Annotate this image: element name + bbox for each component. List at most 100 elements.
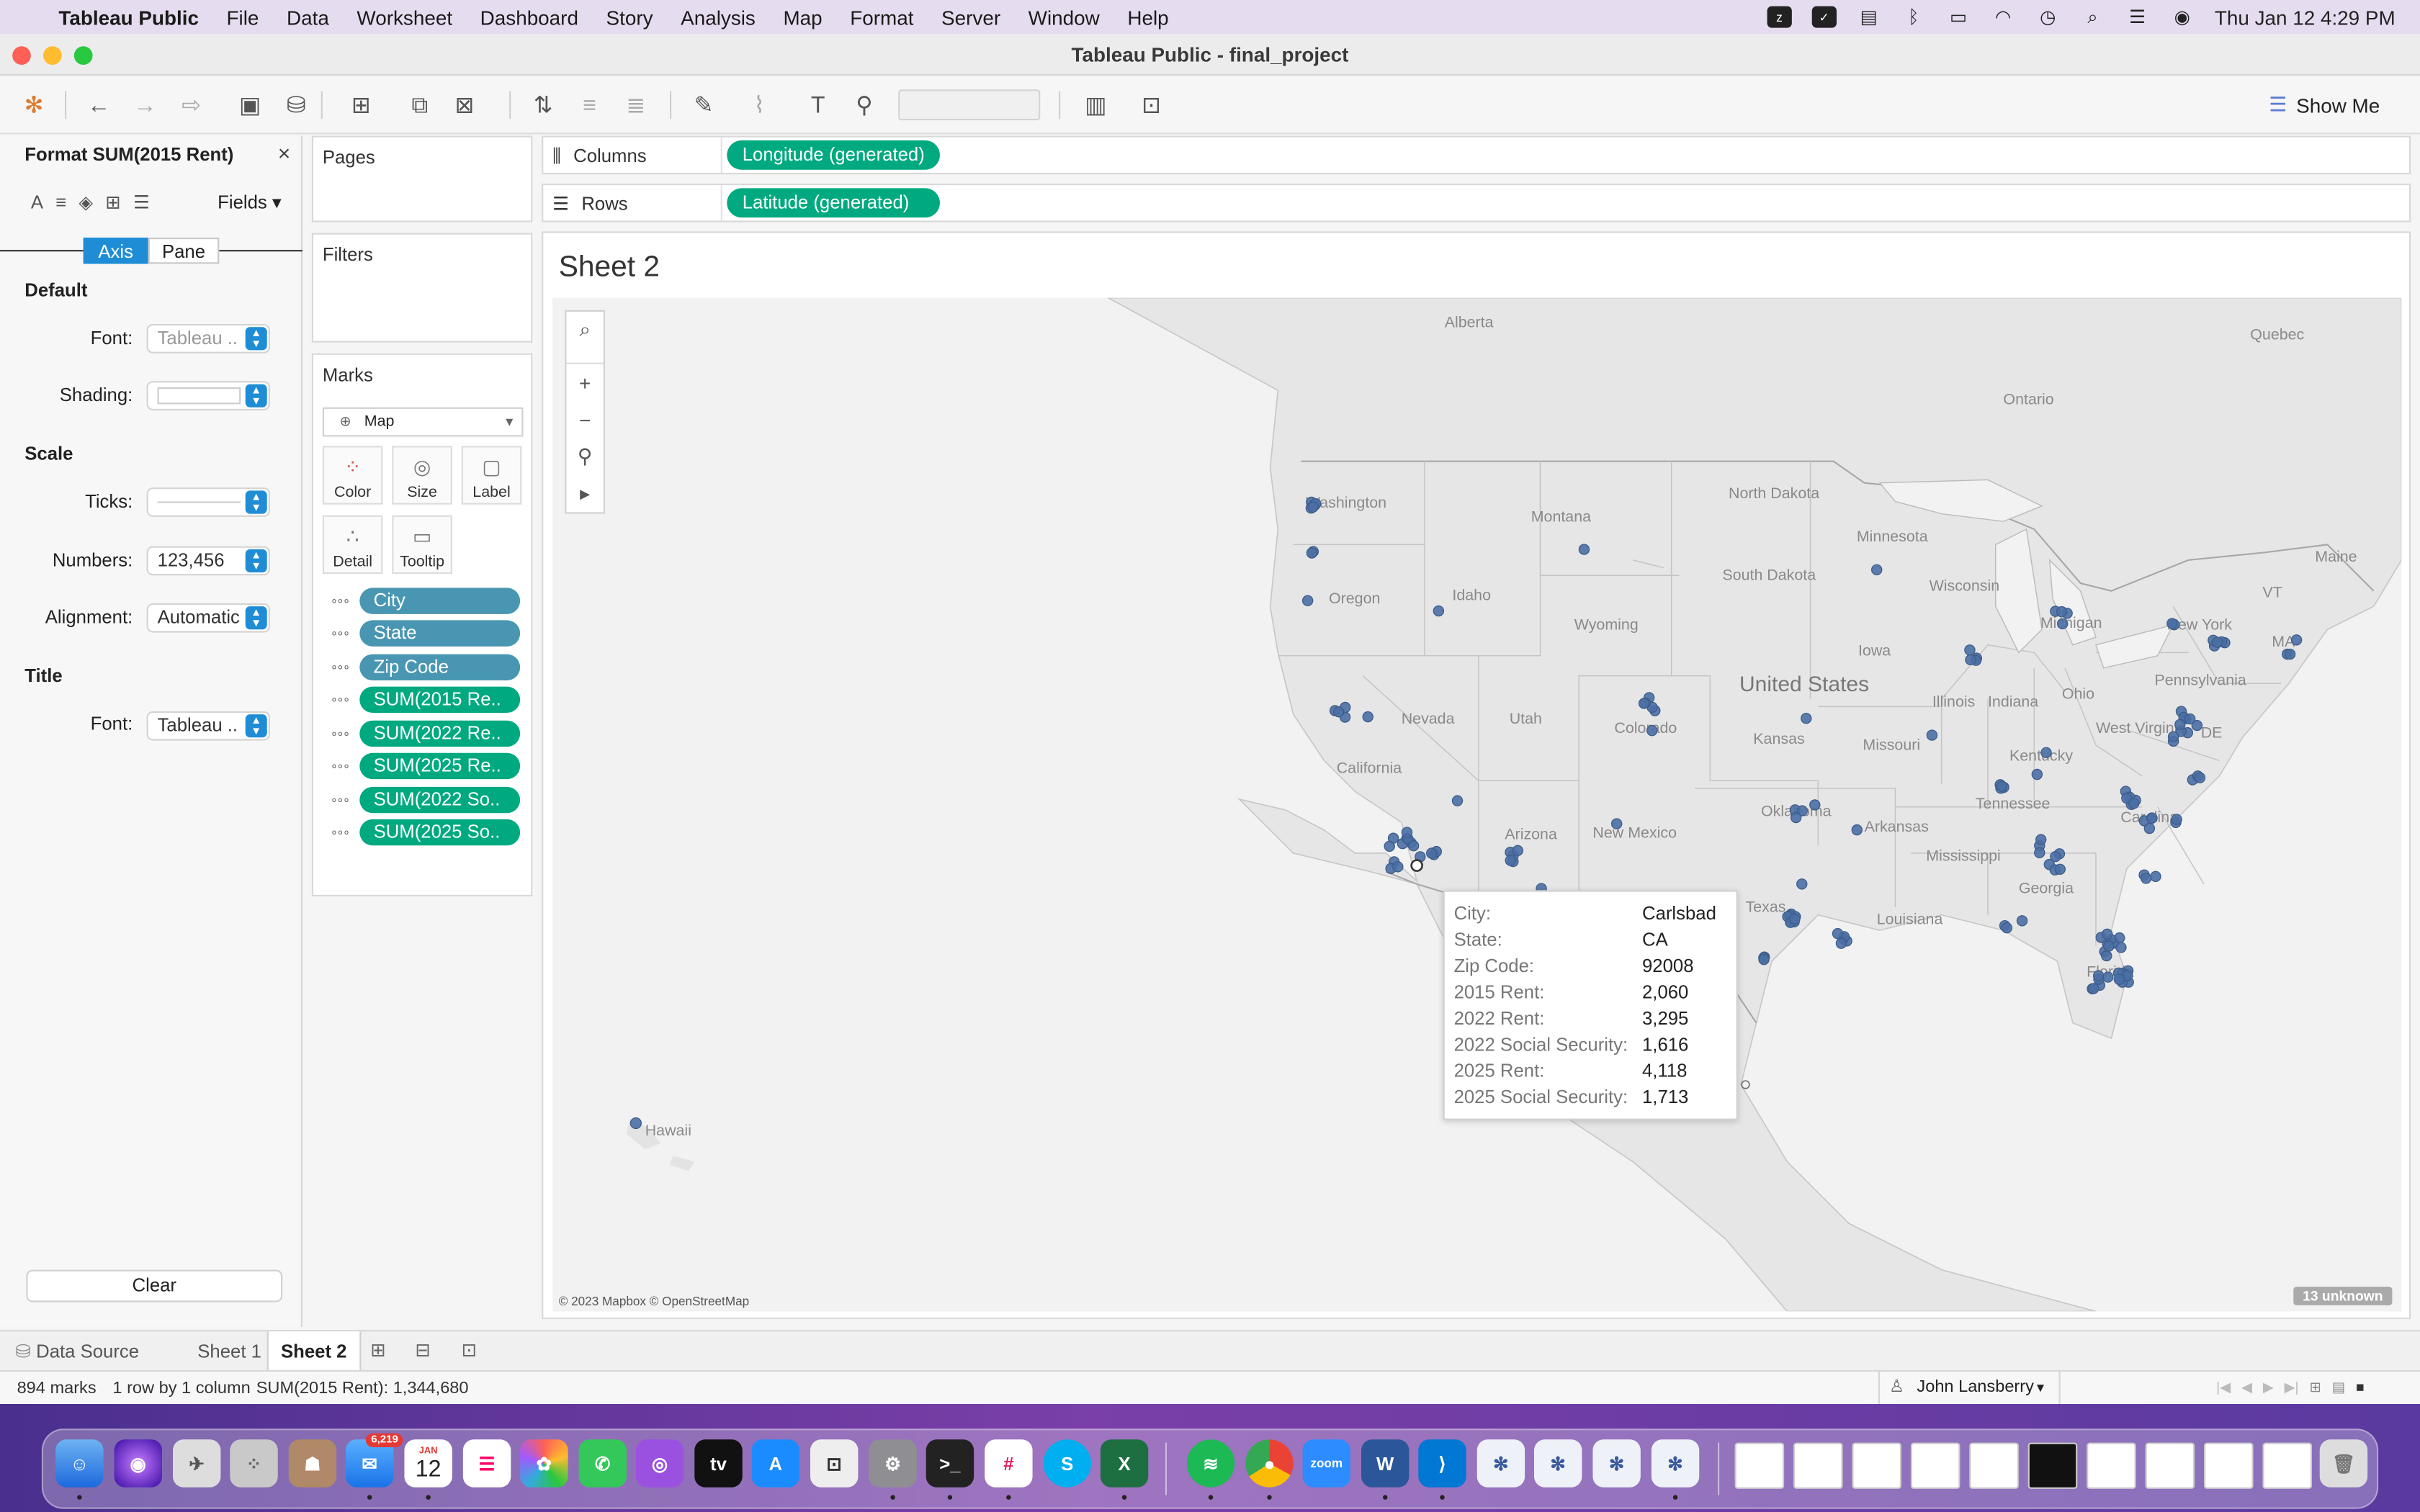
map-mark[interactable]: [1835, 937, 1847, 949]
map-tools-arrow-icon[interactable]: ▸: [566, 475, 603, 512]
app-store-icon[interactable]: A: [751, 1439, 799, 1488]
map-mark[interactable]: [2150, 870, 2161, 883]
map-view[interactable]: Alberta Quebec Ontario Washington Montan…: [552, 297, 2402, 1312]
menu-worksheet[interactable]: Worksheet: [343, 6, 466, 29]
zoom-app-icon[interactable]: zoom: [1302, 1439, 1350, 1488]
bluetooth-icon[interactable]: ᛒ: [1901, 6, 1926, 28]
skype-icon[interactable]: S: [1043, 1439, 1091, 1488]
pin-map-icon[interactable]: ⚲: [566, 438, 603, 475]
format-borders-icon[interactable]: ⊞: [105, 192, 121, 213]
map-mark[interactable]: [2167, 731, 2179, 742]
new-worksheet-tab-icon[interactable]: ⊞: [364, 1339, 393, 1364]
reminder-icon[interactable]: ✓: [1811, 6, 1837, 28]
highlight-icon[interactable]: ✎: [685, 88, 722, 122]
map-mark[interactable]: [1425, 847, 1438, 859]
pill-state[interactable]: State: [359, 620, 521, 647]
clear-button[interactable]: Clear: [26, 1269, 283, 1302]
font-select[interactable]: Tableau .. ▲ ▼: [146, 324, 270, 354]
group-members-icon[interactable]: ⌇: [741, 88, 778, 122]
map-mark[interactable]: [2056, 618, 2069, 630]
sort-ascending-icon[interactable]: ≡: [571, 88, 608, 122]
control-center-icon[interactable]: ☰: [2125, 6, 2150, 28]
tooltip-button[interactable]: ▭ Tooltip: [392, 515, 452, 575]
minimized-window-thumbnail[interactable]: [1734, 1442, 1785, 1489]
map-mark[interactable]: [1996, 780, 2008, 792]
fields-dropdown[interactable]: Fields ▾: [218, 192, 282, 213]
unknown-indicator[interactable]: 13 unknown: [2293, 1287, 2393, 1305]
screenshot-icon[interactable]: ⊡: [810, 1439, 859, 1488]
pill-latitude[interactable]: Latitude (generated): [727, 188, 940, 218]
clear-sheet-icon[interactable]: ⊠: [446, 88, 483, 122]
map-mark[interactable]: [2115, 942, 2127, 953]
trash-icon[interactable]: 🗑: [2319, 1439, 2368, 1488]
siri-app-icon[interactable]: ◉: [114, 1439, 162, 1488]
tab-pane[interactable]: Pane: [148, 238, 220, 264]
zoom-out-icon[interactable]: −: [566, 401, 603, 438]
map-mark[interactable]: [1306, 547, 1318, 559]
minimized-window-thumbnail[interactable]: [1910, 1442, 1960, 1489]
map-mark[interactable]: [2001, 922, 2013, 934]
map-mark[interactable]: [2212, 636, 2223, 648]
prev-sheet-icon[interactable]: ◀: [2241, 1380, 2252, 1397]
map-mark[interactable]: [1809, 799, 1821, 811]
tab-sheet-1[interactable]: Sheet 1: [185, 1331, 274, 1372]
map-mark[interactable]: [2166, 618, 2178, 629]
minimized-window-thumbnail[interactable]: [2087, 1442, 2136, 1489]
map-mark[interactable]: [2184, 713, 2196, 725]
minimized-window-thumbnail[interactable]: [2262, 1442, 2312, 1489]
alignment-select[interactable]: Automatic ▲ ▼: [146, 603, 270, 633]
tab-axis[interactable]: Axis: [83, 238, 148, 264]
map-mark[interactable]: [2171, 814, 2182, 825]
map-mark[interactable]: [1646, 724, 1658, 737]
marks-field-2025-rent[interactable]: ∘∘∘ SUM(2025 Re..: [328, 752, 521, 780]
reminders-icon[interactable]: ☰: [462, 1439, 511, 1488]
new-worksheet-icon[interactable]: ⊞: [343, 88, 380, 122]
map-mark[interactable]: [1851, 824, 1863, 836]
excel-icon[interactable]: X: [1100, 1439, 1149, 1488]
tableau-app-icon[interactable]: ✻: [1534, 1439, 1582, 1488]
minimized-window-thumbnail[interactable]: [1793, 1442, 1843, 1489]
marks-field-2025-ss[interactable]: ∘∘∘ SUM(2025 So..: [328, 819, 521, 846]
minimized-window-thumbnail[interactable]: [1969, 1442, 2019, 1489]
filmstrip-view-icon[interactable]: ▤: [2332, 1380, 2345, 1397]
label-button[interactable]: ▢ Label: [461, 446, 522, 505]
map-mark[interactable]: [2146, 812, 2158, 824]
system-preferences-icon[interactable]: ⚙: [869, 1439, 917, 1488]
tableau-app-icon[interactable]: ✻: [1651, 1439, 1700, 1488]
pages-shelf[interactable]: Pages: [311, 135, 533, 222]
map-mark[interactable]: [1964, 644, 1976, 656]
map-mark[interactable]: [1332, 706, 1345, 718]
marks-field-2015-rent[interactable]: ∘∘∘ SUM(2015 Re..: [328, 686, 521, 713]
shading-select[interactable]: ▲ ▼: [146, 381, 270, 410]
zoom-window-button[interactable]: [73, 46, 93, 65]
show-me-button[interactable]: ☰ Show Me: [2269, 93, 2380, 117]
chrome-icon[interactable]: ●: [1245, 1439, 1294, 1488]
calendar-icon[interactable]: JAN 12: [404, 1439, 452, 1488]
siri-icon[interactable]: ◉: [2170, 6, 2195, 28]
marks-field-2022-ss[interactable]: ∘∘∘ SUM(2022 So..: [328, 786, 521, 814]
map-mark[interactable]: [2101, 950, 2112, 962]
menu-help[interactable]: Help: [1113, 6, 1183, 29]
map-mark[interactable]: [1801, 713, 1812, 724]
map-mark[interactable]: [1796, 878, 1808, 890]
map-mark[interactable]: [1407, 840, 1420, 852]
map-mark[interactable]: [2290, 634, 2303, 646]
minimized-window-thumbnail[interactable]: [2204, 1442, 2254, 1489]
pill-sum-2022-rent[interactable]: SUM(2022 Re..: [359, 720, 521, 747]
menu-format[interactable]: Format: [836, 6, 928, 29]
replay-icon[interactable]: ⇨: [173, 88, 210, 122]
spotlight-icon[interactable]: ⌕: [2080, 6, 2105, 28]
tableau-app-icon[interactable]: ✻: [1476, 1439, 1525, 1488]
map-attribution[interactable]: © 2023 Mapbox © OpenStreetMap: [559, 1295, 749, 1308]
map-mark[interactable]: [1832, 927, 1844, 940]
spotify-icon[interactable]: ≋: [1186, 1439, 1235, 1488]
pin-axes-icon[interactable]: ⚲: [846, 88, 882, 122]
slack-icon[interactable]: #: [985, 1439, 1033, 1488]
last-sheet-icon[interactable]: ▶|: [2285, 1380, 2299, 1397]
map-mark[interactable]: [1758, 953, 1770, 966]
close-window-button[interactable]: [12, 46, 31, 65]
map-mark[interactable]: [2040, 747, 2052, 758]
detail-button[interactable]: ∴ Detail: [322, 515, 383, 575]
format-alignment-icon[interactable]: ≡: [55, 192, 66, 213]
mail-icon[interactable]: ✉ 6,219: [346, 1433, 403, 1488]
